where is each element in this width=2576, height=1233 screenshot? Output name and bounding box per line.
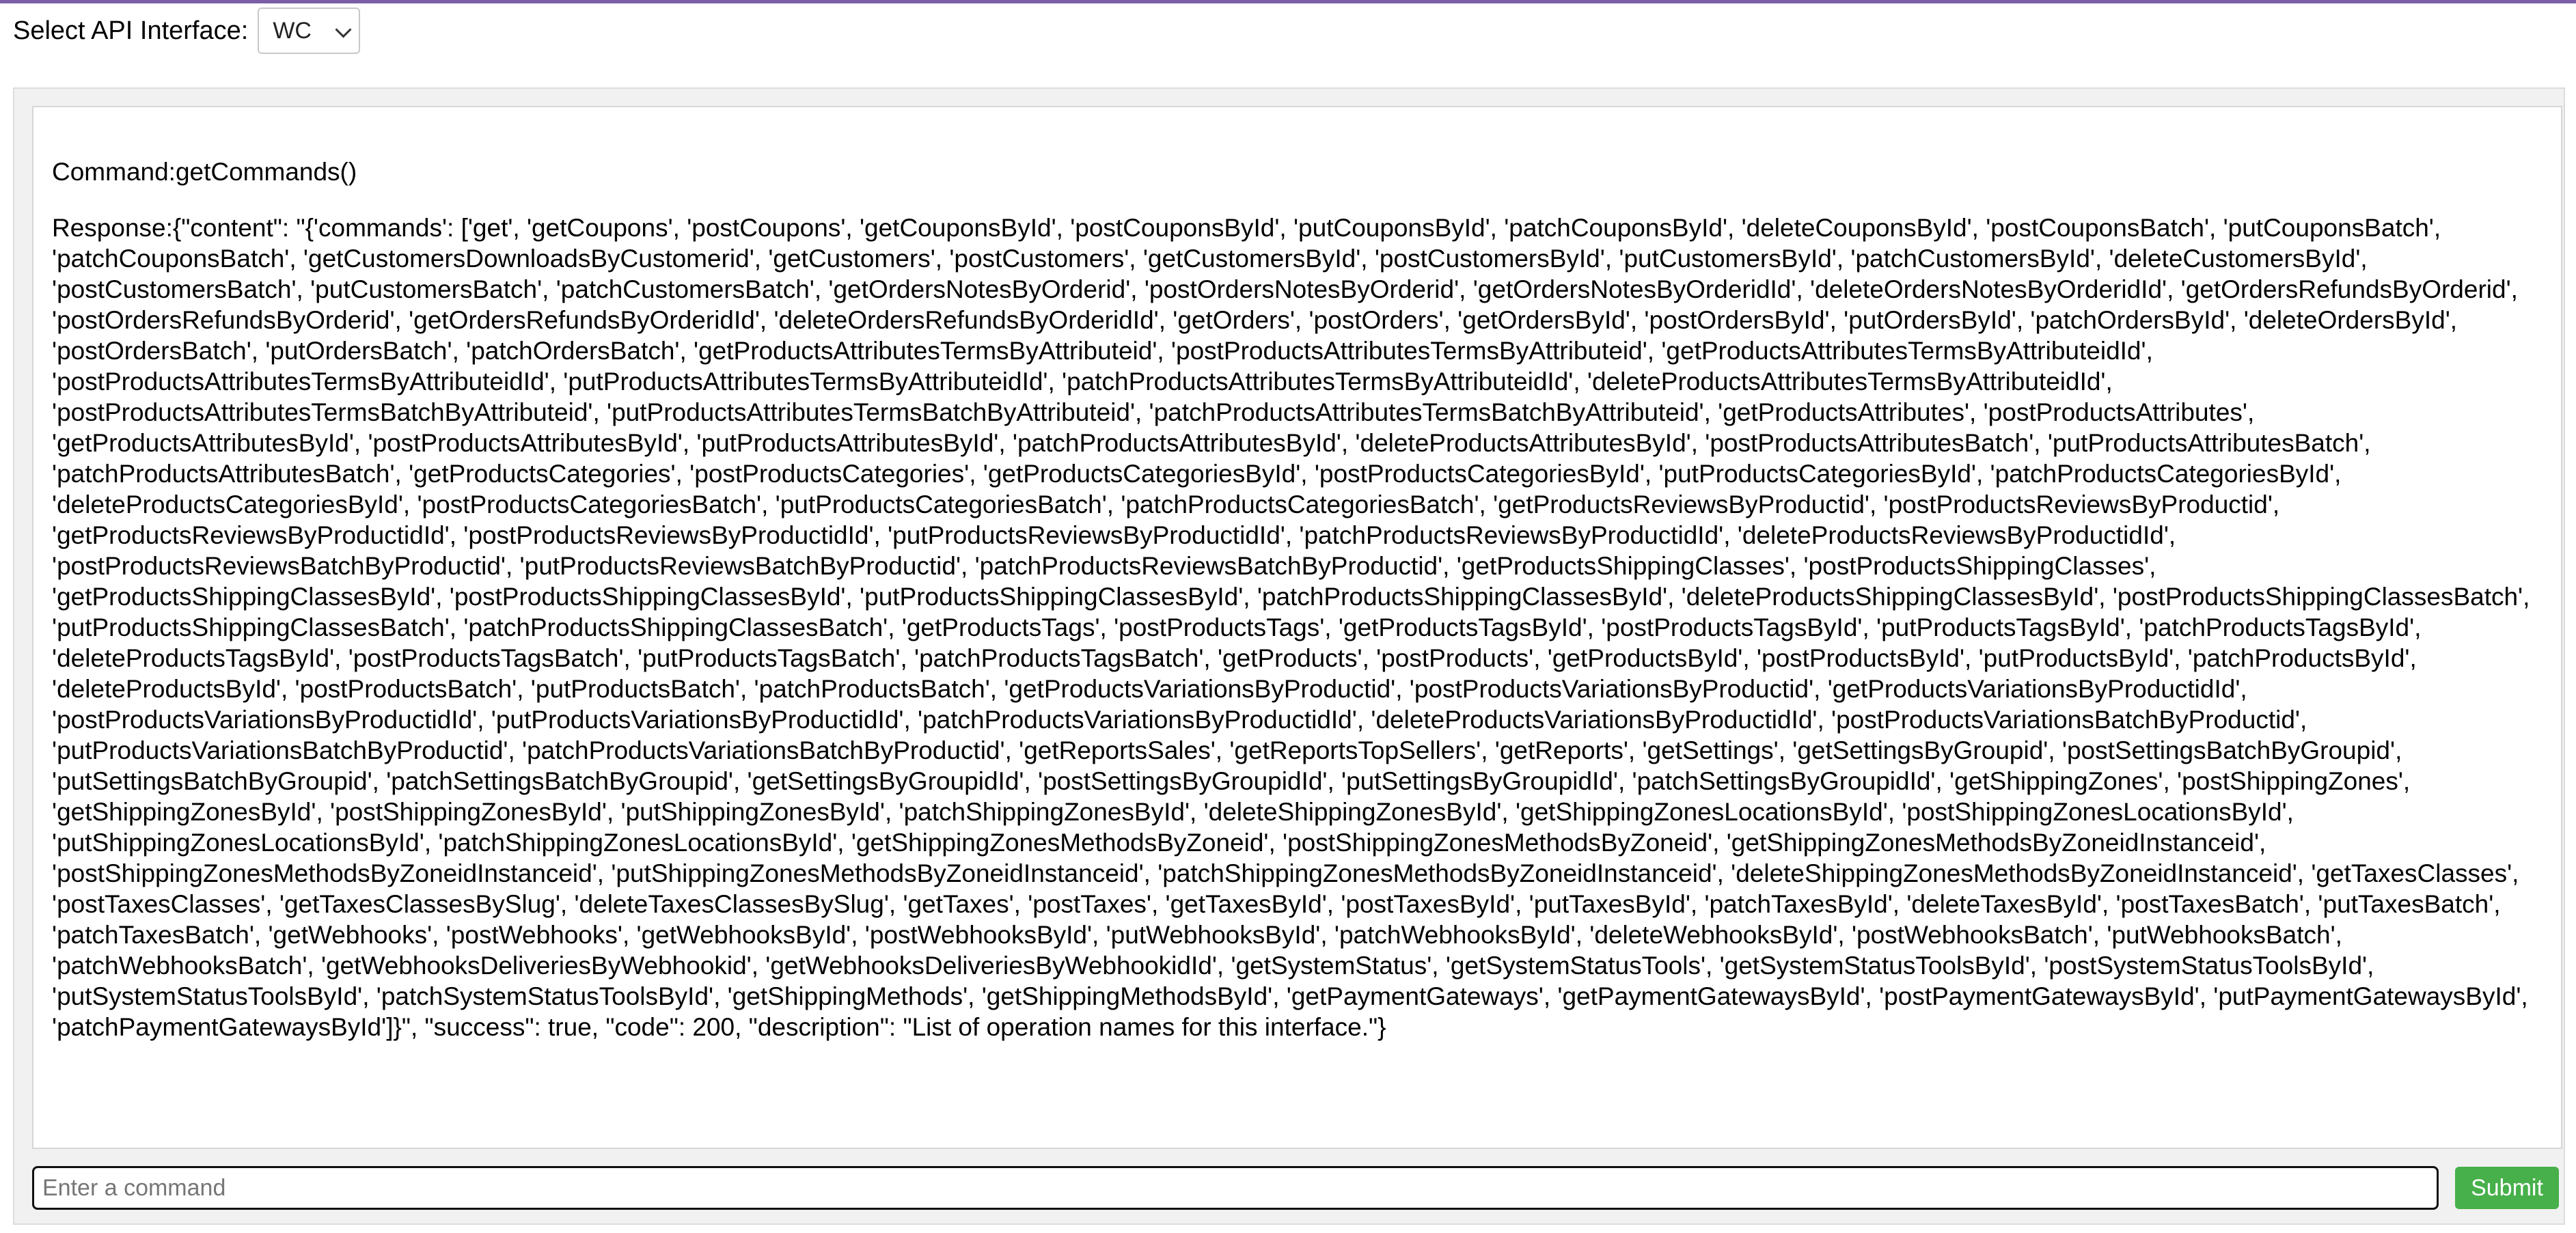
command-input-row: Submit xyxy=(32,1165,2562,1210)
response-output[interactable]: Command:getCommands() Response:{"content… xyxy=(32,106,2562,1149)
top-accent-bar xyxy=(0,0,2576,3)
select-api-interface-label: Select API Interface: xyxy=(13,16,249,45)
api-interface-select-value: WC xyxy=(273,17,312,44)
command-echo: Command:getCommands() xyxy=(52,158,357,186)
console-panel: Command:getCommands() Response:{"content… xyxy=(13,87,2565,1225)
api-interface-select[interactable]: WC xyxy=(258,8,361,54)
submit-button[interactable]: Submit xyxy=(2455,1167,2559,1209)
response-text: Response:{"content": "{'commands': ['get… xyxy=(52,214,2530,1041)
chevron-down-icon xyxy=(335,21,352,38)
interface-selector-row: Select API Interface: WC xyxy=(13,7,361,55)
command-input[interactable] xyxy=(32,1166,2439,1210)
